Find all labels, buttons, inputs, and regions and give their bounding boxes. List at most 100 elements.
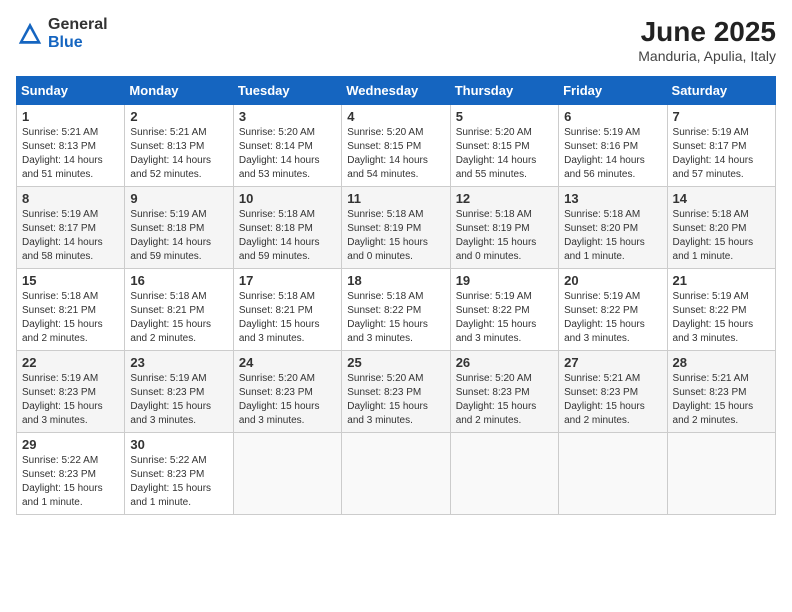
week-row-3: 15 Sunrise: 5:18 AM Sunset: 8:21 PM Dayl… [17,269,776,351]
sunset-label: Sunset: 8:17 PM [22,223,96,234]
day-number: 19 [456,273,553,288]
calendar-table: SundayMondayTuesdayWednesdayThursdayFrid… [16,76,776,515]
day-cell: 16 Sunrise: 5:18 AM Sunset: 8:21 PM Dayl… [125,269,233,351]
sunset-label: Sunset: 8:22 PM [456,305,530,316]
calendar-subtitle: Manduria, Apulia, Italy [638,48,776,64]
daylight-label: Daylight: 14 hours and 55 minutes. [456,155,537,180]
day-info: Sunrise: 5:19 AM Sunset: 8:16 PM Dayligh… [564,126,661,182]
day-number: 20 [564,273,661,288]
sunrise-label: Sunrise: 5:19 AM [22,209,98,220]
sunset-label: Sunset: 8:23 PM [347,387,421,398]
daylight-label: Daylight: 15 hours and 3 minutes. [239,401,320,426]
sunset-label: Sunset: 8:23 PM [239,387,313,398]
day-number: 7 [673,109,770,124]
sunrise-label: Sunrise: 5:18 AM [673,209,749,220]
sunset-label: Sunset: 8:23 PM [22,387,96,398]
day-cell: 2 Sunrise: 5:21 AM Sunset: 8:13 PM Dayli… [125,105,233,187]
daylight-label: Daylight: 14 hours and 58 minutes. [22,237,103,262]
sunrise-label: Sunrise: 5:22 AM [22,455,98,466]
day-info: Sunrise: 5:20 AM Sunset: 8:14 PM Dayligh… [239,126,336,182]
day-header-saturday: Saturday [667,77,775,105]
daylight-label: Daylight: 15 hours and 3 minutes. [239,319,320,344]
sunset-label: Sunset: 8:16 PM [564,141,638,152]
daylight-label: Daylight: 15 hours and 3 minutes. [347,319,428,344]
day-cell [667,433,775,515]
sunset-label: Sunset: 8:23 PM [456,387,530,398]
day-number: 12 [456,191,553,206]
sunset-label: Sunset: 8:15 PM [347,141,421,152]
day-info: Sunrise: 5:21 AM Sunset: 8:23 PM Dayligh… [564,372,661,428]
day-info: Sunrise: 5:19 AM Sunset: 8:23 PM Dayligh… [22,372,119,428]
day-cell: 13 Sunrise: 5:18 AM Sunset: 8:20 PM Dayl… [559,187,667,269]
day-info: Sunrise: 5:20 AM Sunset: 8:23 PM Dayligh… [347,372,444,428]
day-number: 29 [22,437,119,452]
sunrise-label: Sunrise: 5:19 AM [130,209,206,220]
sunrise-label: Sunrise: 5:22 AM [130,455,206,466]
day-info: Sunrise: 5:18 AM Sunset: 8:18 PM Dayligh… [239,208,336,264]
day-cell: 15 Sunrise: 5:18 AM Sunset: 8:21 PM Dayl… [17,269,125,351]
daylight-label: Daylight: 15 hours and 2 minutes. [564,401,645,426]
day-number: 30 [130,437,227,452]
day-cell: 6 Sunrise: 5:19 AM Sunset: 8:16 PM Dayli… [559,105,667,187]
day-number: 1 [22,109,119,124]
day-info: Sunrise: 5:21 AM Sunset: 8:13 PM Dayligh… [22,126,119,182]
sunset-label: Sunset: 8:21 PM [22,305,96,316]
day-info: Sunrise: 5:22 AM Sunset: 8:23 PM Dayligh… [22,454,119,510]
calendar-header-row: SundayMondayTuesdayWednesdayThursdayFrid… [17,77,776,105]
day-info: Sunrise: 5:19 AM Sunset: 8:17 PM Dayligh… [22,208,119,264]
sunrise-label: Sunrise: 5:20 AM [347,127,423,138]
day-cell [342,433,450,515]
daylight-label: Daylight: 15 hours and 2 minutes. [22,319,103,344]
day-number: 24 [239,355,336,370]
daylight-label: Daylight: 14 hours and 52 minutes. [130,155,211,180]
daylight-label: Daylight: 15 hours and 1 minute. [22,483,103,508]
day-number: 16 [130,273,227,288]
week-row-4: 22 Sunrise: 5:19 AM Sunset: 8:23 PM Dayl… [17,351,776,433]
day-cell: 24 Sunrise: 5:20 AM Sunset: 8:23 PM Dayl… [233,351,341,433]
logo-blue: Blue [48,34,83,51]
day-number: 8 [22,191,119,206]
daylight-label: Daylight: 15 hours and 3 minutes. [673,319,754,344]
daylight-label: Daylight: 14 hours and 54 minutes. [347,155,428,180]
sunset-label: Sunset: 8:23 PM [673,387,747,398]
sunset-label: Sunset: 8:21 PM [130,305,204,316]
logo: General Blue [16,16,108,52]
sunrise-label: Sunrise: 5:18 AM [564,209,640,220]
day-number: 10 [239,191,336,206]
sunrise-label: Sunrise: 5:19 AM [673,127,749,138]
header: General Blue June 2025 Manduria, Apulia,… [16,16,776,64]
day-number: 13 [564,191,661,206]
sunset-label: Sunset: 8:21 PM [239,305,313,316]
daylight-label: Daylight: 14 hours and 59 minutes. [239,237,320,262]
sunrise-label: Sunrise: 5:18 AM [22,291,98,302]
day-info: Sunrise: 5:21 AM Sunset: 8:23 PM Dayligh… [673,372,770,428]
day-number: 25 [347,355,444,370]
day-cell: 30 Sunrise: 5:22 AM Sunset: 8:23 PM Dayl… [125,433,233,515]
sunset-label: Sunset: 8:23 PM [130,469,204,480]
sunrise-label: Sunrise: 5:19 AM [456,291,532,302]
sunset-label: Sunset: 8:20 PM [673,223,747,234]
sunset-label: Sunset: 8:15 PM [456,141,530,152]
day-number: 27 [564,355,661,370]
day-number: 17 [239,273,336,288]
day-cell: 7 Sunrise: 5:19 AM Sunset: 8:17 PM Dayli… [667,105,775,187]
day-cell: 3 Sunrise: 5:20 AM Sunset: 8:14 PM Dayli… [233,105,341,187]
sunset-label: Sunset: 8:22 PM [564,305,638,316]
daylight-label: Daylight: 15 hours and 3 minutes. [564,319,645,344]
day-info: Sunrise: 5:19 AM Sunset: 8:18 PM Dayligh… [130,208,227,264]
daylight-label: Daylight: 15 hours and 1 minute. [564,237,645,262]
sunset-label: Sunset: 8:23 PM [130,387,204,398]
daylight-label: Daylight: 15 hours and 3 minutes. [347,401,428,426]
day-cell: 20 Sunrise: 5:19 AM Sunset: 8:22 PM Dayl… [559,269,667,351]
calendar-title: June 2025 [638,16,776,48]
day-info: Sunrise: 5:20 AM Sunset: 8:15 PM Dayligh… [347,126,444,182]
day-number: 15 [22,273,119,288]
day-cell: 14 Sunrise: 5:18 AM Sunset: 8:20 PM Dayl… [667,187,775,269]
title-area: June 2025 Manduria, Apulia, Italy [638,16,776,64]
sunrise-label: Sunrise: 5:20 AM [239,127,315,138]
sunrise-label: Sunrise: 5:19 AM [673,291,749,302]
day-number: 4 [347,109,444,124]
day-header-thursday: Thursday [450,77,558,105]
daylight-label: Daylight: 14 hours and 53 minutes. [239,155,320,180]
day-cell: 11 Sunrise: 5:18 AM Sunset: 8:19 PM Dayl… [342,187,450,269]
